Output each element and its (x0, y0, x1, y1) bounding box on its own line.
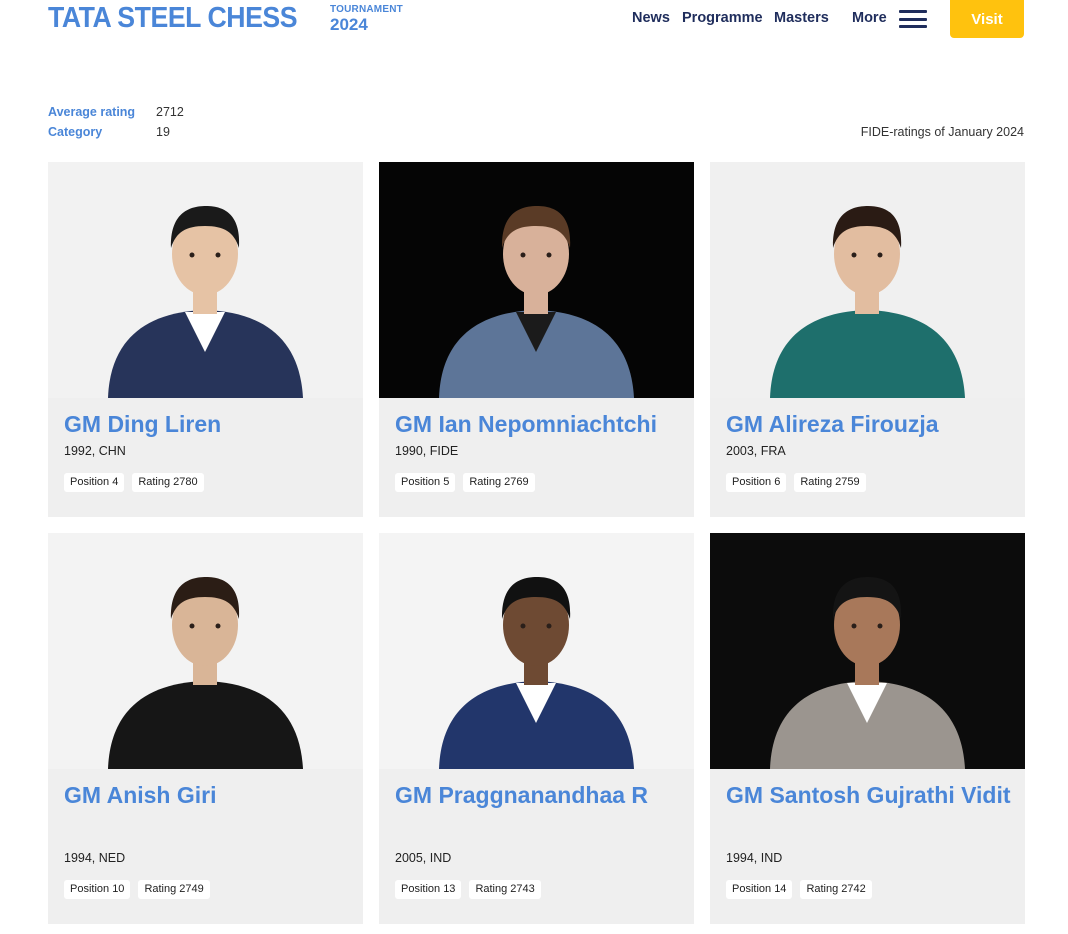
player-photo (379, 162, 694, 398)
logo-side: TOURNAMENT 2024 (330, 4, 403, 34)
player-chips: Position 13 Rating 2743 (395, 880, 541, 899)
player-chips: Position 4 Rating 2780 (64, 473, 204, 492)
rating-badge: Rating 2769 (463, 473, 535, 492)
portrait-illustration (379, 533, 694, 769)
portrait-illustration (710, 162, 1025, 398)
player-photo (710, 533, 1025, 769)
player-photo (710, 162, 1025, 398)
player-card[interactable]: GM Anish Giri 1994, NED Position 10 Rati… (48, 533, 363, 924)
category-label: Category (48, 125, 103, 139)
player-name[interactable]: GM Ian Nepomniachtchi (395, 406, 685, 442)
logo-year: 2024 (330, 15, 368, 34)
player-photo (48, 533, 363, 769)
logo-tournament: TOURNAMENT (330, 4, 403, 15)
visit-button[interactable]: Visit (950, 0, 1024, 38)
portrait-illustration (379, 162, 694, 398)
player-card[interactable]: GM Ding Liren 1992, CHN Position 4 Ratin… (48, 162, 363, 517)
player-birth-country: 2005, IND (395, 851, 452, 865)
player-card[interactable]: GM Alireza Firouzja 2003, FRA Position 6… (710, 162, 1025, 517)
average-rating-value: 2712 (156, 105, 184, 119)
position-badge: Position 6 (726, 473, 787, 492)
player-name[interactable]: GM Praggnanandhaa R (395, 777, 685, 813)
portrait-illustration (48, 533, 363, 769)
nav-masters[interactable]: Masters (774, 10, 829, 26)
right-eye (877, 252, 883, 258)
player-name[interactable]: GM Anish Giri (64, 777, 354, 813)
player-card[interactable]: GM Ian Nepomniachtchi 1990, FIDE Positio… (379, 162, 694, 517)
position-badge: Position 14 (726, 880, 793, 899)
nav-more[interactable]: More (852, 10, 887, 26)
rating-badge: Rating 2743 (469, 880, 541, 899)
position-badge: Position 4 (64, 473, 125, 492)
average-rating-label: Average rating (48, 105, 136, 119)
left-eye (851, 252, 857, 258)
player-birth-country: 1992, CHN (64, 444, 126, 458)
player-chips: Position 14 Rating 2742 (726, 880, 872, 899)
right-eye (215, 623, 221, 629)
logo-wordmark: TATA STEEL CHESS (48, 2, 298, 34)
rating-badge: Rating 2749 (138, 880, 210, 899)
player-photo (48, 162, 363, 398)
player-chips: Position 10 Rating 2749 (64, 880, 210, 899)
left-eye (189, 252, 195, 258)
site-header: TATA STEEL CHESS TOURNAMENT 2024 News Pr… (0, 0, 1068, 60)
nav-news[interactable]: News (632, 10, 670, 26)
left-eye (851, 623, 857, 629)
player-birth-country: 1994, NED (64, 851, 126, 865)
fide-ratings-note: FIDE-ratings of January 2024 (860, 125, 1024, 139)
nav-programme[interactable]: Programme (682, 10, 763, 26)
player-birth-country: 1990, FIDE (395, 444, 459, 458)
left-eye (520, 252, 526, 258)
player-card[interactable]: GM Praggnanandhaa R 2005, IND Position 1… (379, 533, 694, 924)
category-value: 19 (156, 125, 170, 139)
portrait-illustration (710, 533, 1025, 769)
position-badge: Position 13 (395, 880, 462, 899)
hamburger-menu-icon[interactable] (899, 10, 927, 28)
player-card[interactable]: GM Santosh Gujrathi Vidit 1994, IND Posi… (710, 533, 1025, 924)
player-chips: Position 5 Rating 2769 (395, 473, 535, 492)
rating-badge: Rating 2780 (132, 473, 204, 492)
rating-badge: Rating 2742 (800, 880, 872, 899)
player-chips: Position 6 Rating 2759 (726, 473, 866, 492)
left-eye (189, 623, 195, 629)
right-eye (215, 252, 221, 258)
player-name[interactable]: GM Ding Liren (64, 406, 354, 442)
left-eye (520, 623, 526, 629)
player-name[interactable]: GM Santosh Gujrathi Vidit (726, 777, 1016, 813)
tata-steel-chess-logo[interactable]: TATA STEEL CHESS TOURNAMENT 2024 (48, 2, 403, 34)
position-badge: Position 10 (64, 880, 131, 899)
right-eye (546, 623, 552, 629)
right-eye (877, 623, 883, 629)
player-photo (379, 533, 694, 769)
player-birth-country: 1994, IND (726, 851, 783, 865)
position-badge: Position 5 (395, 473, 456, 492)
player-name[interactable]: GM Alireza Firouzja (726, 406, 1016, 442)
rating-badge: Rating 2759 (794, 473, 866, 492)
player-birth-country: 2003, FRA (726, 444, 786, 458)
right-eye (546, 252, 552, 258)
portrait-illustration (48, 162, 363, 398)
